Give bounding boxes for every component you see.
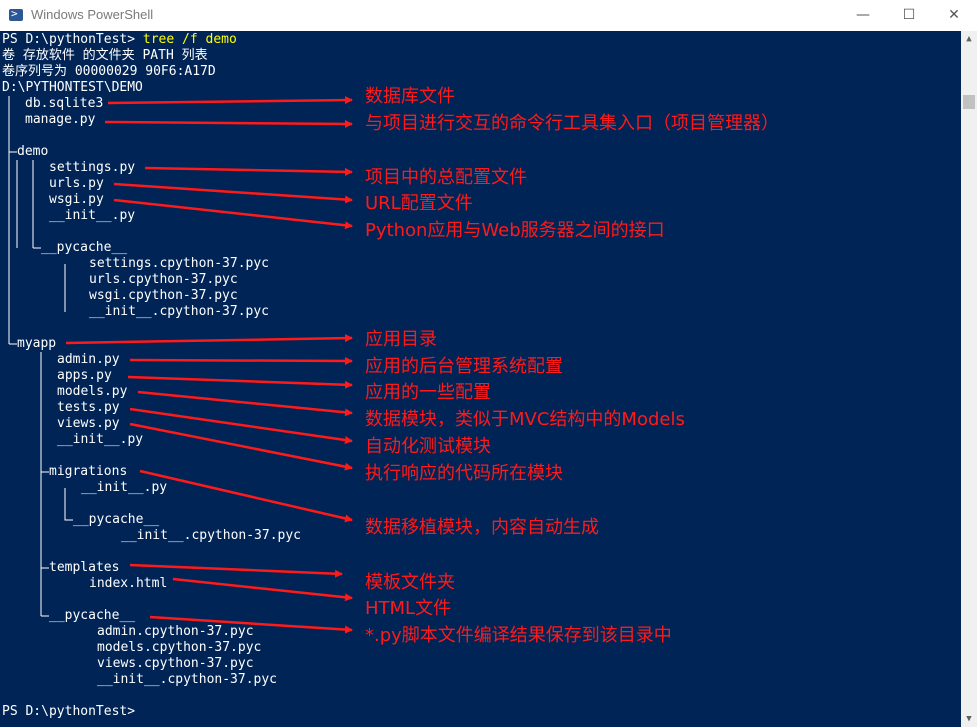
title-bar: > Windows PowerShell — ☐ ✕ — [0, 0, 977, 31]
tree-item: db.sqlite3 — [25, 96, 104, 111]
tree-item: views.py — [57, 416, 120, 431]
vertical-scrollbar[interactable]: ▲ ▼ — [961, 31, 977, 727]
serial-header: 卷序列号为 00000029 90F6:A17D — [2, 64, 216, 79]
tree-item: __init__.cpython-37.pyc — [97, 672, 278, 687]
tree-root: D:\PYTHONTEST\DEMO — [2, 80, 143, 95]
tree-item: settings.py — [49, 160, 136, 175]
annotation-tests: 自动化测试模块 — [365, 436, 491, 457]
annotation-urls: URL配置文件 — [365, 193, 473, 214]
tree-folder: __pycache__ — [73, 512, 160, 527]
tree-item: urls.py — [49, 176, 104, 191]
tree-item: tests.py — [57, 400, 120, 415]
tree-folder: templates — [49, 560, 120, 575]
prompt-line: PS D:\pythonTest> — [2, 704, 136, 719]
tree-item: __init__.py — [49, 208, 136, 223]
tree-item: index.html — [89, 576, 168, 591]
annotation-admin: 应用的后台管理系统配置 — [365, 356, 563, 377]
tree-folder: __pycache__ — [41, 240, 128, 255]
tree-item: __init__.py — [57, 432, 144, 447]
tree-folder: migrations — [49, 464, 128, 479]
tree-item: apps.py — [57, 368, 112, 383]
annotation-views: 执行响应的代码所在模块 — [365, 463, 563, 484]
annotation-migrations: 数据移植模块，内容自动生成 — [365, 517, 599, 538]
console-area[interactable] — [0, 31, 961, 727]
annotation-templates: 模板文件夹 — [365, 572, 455, 593]
tree-folder: demo — [17, 144, 49, 159]
tree-folder: __pycache__ — [49, 608, 136, 623]
tree-item: admin.cpython-37.pyc — [97, 624, 254, 639]
powershell-icon: > — [9, 7, 23, 21]
scroll-down-icon[interactable]: ▼ — [961, 711, 977, 727]
window-title: Windows PowerShell — [31, 7, 154, 22]
minimize-button[interactable]: — — [840, 0, 886, 31]
tree-item: __init__.cpython-37.pyc — [121, 528, 302, 543]
scroll-up-icon[interactable]: ▲ — [961, 31, 977, 47]
tree-item: manage.py — [25, 112, 96, 127]
maximize-button[interactable]: ☐ — [886, 0, 932, 31]
annotation-settings: 项目中的总配置文件 — [365, 167, 527, 188]
tree-item: __init__.py — [81, 480, 168, 495]
annotation-db: 数据库文件 — [365, 86, 455, 107]
tree-item: models.py — [57, 384, 128, 399]
tree-item: wsgi.cpython-37.pyc — [89, 288, 238, 303]
annotation-models: 数据模块，类似于MVC结构中的Models — [365, 409, 685, 430]
tree-item: models.cpython-37.pyc — [97, 640, 262, 655]
scroll-thumb[interactable] — [963, 95, 975, 109]
tree-item: settings.cpython-37.pyc — [89, 256, 270, 271]
volume-header: 卷 存放软件 的文件夹 PATH 列表 — [2, 48, 208, 63]
annotation-index: HTML文件 — [365, 598, 452, 619]
tree-item: views.cpython-37.pyc — [97, 656, 254, 671]
annotation-pycache: *.py脚本文件编译结果保存到该目录中 — [365, 625, 672, 646]
command-text: tree /f demo — [142, 32, 237, 47]
annotation-myapp: 应用目录 — [365, 329, 437, 350]
tree-item: wsgi.py — [49, 192, 104, 207]
tree-item: admin.py — [57, 352, 120, 367]
command-line: PS D:\pythonTest> tree /f demo — [2, 32, 237, 47]
annotation-manage: 与项目进行交互的命令行工具集入口（项目管理器） — [365, 113, 779, 134]
annotation-wsgi: Python应用与Web服务器之间的接口 — [365, 220, 665, 241]
close-button[interactable]: ✕ — [931, 0, 977, 31]
annotation-apps: 应用的一些配置 — [365, 382, 491, 403]
tree-folder: myapp — [17, 336, 57, 351]
tree-item: urls.cpython-37.pyc — [89, 272, 238, 287]
tree-item: __init__.cpython-37.pyc — [89, 304, 270, 319]
